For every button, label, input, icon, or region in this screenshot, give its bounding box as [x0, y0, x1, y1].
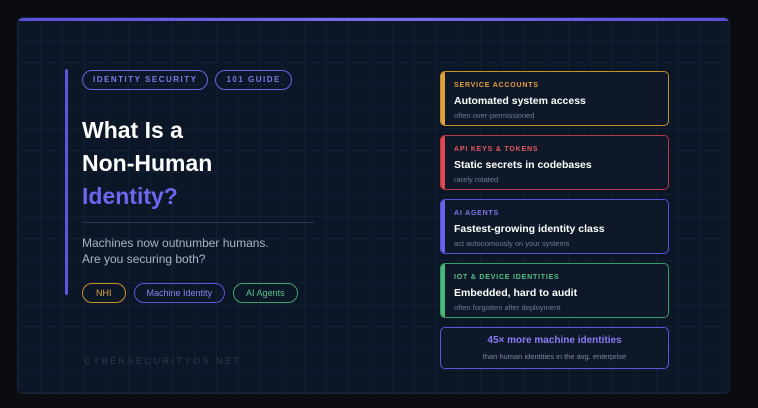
stat-callout: 45× more machine identities than human i… — [440, 327, 669, 369]
subtitle: Machines now outnumber humans. Are you s… — [82, 235, 342, 267]
card-label: AI AGENTS — [454, 210, 500, 217]
card-stripe — [441, 72, 445, 125]
left-accent-bar — [65, 69, 68, 295]
card-label: SERVICE ACCOUNTS — [454, 82, 539, 89]
divider — [82, 222, 314, 223]
identity-type-list: SERVICE ACCOUNTS Automated system access… — [440, 71, 669, 327]
pill-row: NHI Machine Identity AI Agents — [82, 283, 298, 303]
card-heading: Static secrets in codebases — [454, 159, 592, 171]
pill-nhi: NHI — [82, 283, 126, 303]
stat-detail: than human identities in the avg. enterp… — [482, 352, 627, 361]
card-label: API KEYS & TOKENS — [454, 146, 539, 153]
card-api-keys: API KEYS & TOKENS Static secrets in code… — [440, 135, 669, 190]
subtitle-line-2: Are you securing both? — [82, 252, 206, 266]
card-service-accounts: SERVICE ACCOUNTS Automated system access… — [440, 71, 669, 126]
page-title: What Is a Non-Human Identity? — [82, 114, 212, 213]
title-line-3-highlight: Identity? — [82, 183, 178, 209]
top-accent-bar — [18, 18, 729, 21]
card-desc: often forgotten after deployment — [454, 303, 561, 312]
card-stripe — [441, 264, 445, 317]
card-ai-agents: AI AGENTS Fastest-growing identity class… — [440, 199, 669, 254]
card-stripe — [441, 136, 445, 189]
card-desc: often over-permissioned — [454, 111, 535, 120]
card-stripe — [441, 200, 445, 253]
card-heading: Automated system access — [454, 95, 586, 107]
subtitle-line-1: Machines now outnumber humans. — [82, 236, 269, 250]
card-heading: Fastest-growing identity class — [454, 223, 605, 235]
card-desc: rarely rotated — [454, 175, 499, 184]
stat-headline: 45× more machine identities — [487, 335, 622, 346]
pill-ai-agents: AI Agents — [233, 283, 298, 303]
card-heading: Embedded, hard to audit — [454, 287, 578, 299]
card-desc: act autonomously on your systems — [454, 239, 570, 248]
title-line-2: Non-Human — [82, 150, 213, 176]
pill-machine-identity: Machine Identity — [133, 283, 226, 303]
tag-identity-security: IDENTITY SECURITY — [82, 70, 209, 90]
infographic-card: IDENTITY SECURITY 101 GUIDE What Is a No… — [17, 17, 730, 394]
tag-101-guide: 101 GUIDE — [215, 70, 292, 90]
footer-site-name: CYBERSECURITYOS.NET — [84, 356, 242, 366]
card-iot-devices: IOT & DEVICE IDENTITIES Embedded, hard t… — [440, 263, 669, 318]
tag-row: IDENTITY SECURITY 101 GUIDE — [82, 70, 292, 90]
title-line-1: What Is a — [82, 117, 183, 143]
card-label: IOT & DEVICE IDENTITIES — [454, 274, 560, 281]
